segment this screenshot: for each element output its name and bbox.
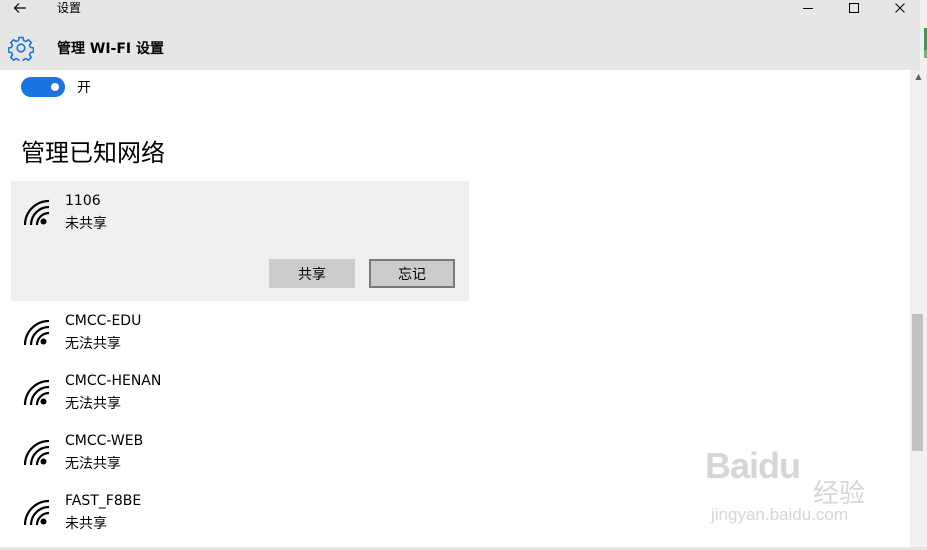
close-icon (895, 3, 905, 13)
gear-icon (8, 36, 34, 61)
maximize-icon (849, 3, 859, 13)
network-status: 无法共享 (65, 396, 121, 412)
section-title: 管理已知网络 (21, 139, 165, 167)
scroll-thumb[interactable] (912, 314, 923, 451)
network-status: 未共享 (65, 516, 107, 532)
scroll-up-icon[interactable]: ▲ (914, 72, 923, 81)
toggle-label: 开 (77, 80, 91, 96)
network-status: 无法共享 (65, 456, 121, 472)
background-window-edge (920, 0, 927, 70)
title-bar: 设置 管理 WI-FI 设置 (0, 0, 920, 70)
wifi-signal-icon (23, 439, 50, 466)
network-item[interactable]: CMCC-HENAN 无法共享 (11, 361, 469, 421)
baidu-watermark: Baidu 经验 jingyan.baidu.com (705, 445, 905, 530)
network-item[interactable]: 1106 未共享 共享 忘记 (11, 181, 469, 301)
share-button[interactable]: 共享 (269, 259, 355, 288)
back-button[interactable] (0, 0, 40, 16)
network-name: CMCC-WEB (65, 433, 144, 449)
maximize-button[interactable] (831, 0, 877, 16)
page-title: 管理 WI-FI 设置 (57, 41, 164, 57)
network-status: 无法共享 (65, 336, 121, 352)
watermark-logo: Baidu (705, 445, 801, 486)
wifi-signal-icon (23, 319, 50, 346)
arrow-left-icon (13, 3, 26, 13)
network-name: CMCC-HENAN (65, 373, 162, 389)
wifi-signal-icon (23, 499, 50, 526)
window-title: 设置 (57, 1, 82, 15)
network-item[interactable]: CMCC-WEB 无法共享 (11, 421, 469, 481)
close-button[interactable] (877, 0, 923, 16)
network-name: FAST_F8BE (65, 493, 142, 509)
network-status: 未共享 (65, 216, 107, 232)
minimize-button[interactable] (785, 0, 831, 16)
toggle-knob (51, 83, 59, 91)
wifi-signal-icon (23, 379, 50, 406)
scrollbar[interactable]: ▲ (910, 70, 927, 548)
watermark-url: jingyan.baidu.com (711, 505, 849, 524)
wifi-signal-icon (23, 199, 50, 226)
forget-button[interactable]: 忘记 (369, 259, 455, 288)
network-name: CMCC-EDU (65, 313, 142, 329)
network-name: 1106 (65, 193, 101, 209)
wifi-toggle[interactable] (21, 77, 65, 97)
minimize-icon (803, 8, 813, 9)
network-item[interactable]: FAST_F8BE 未共享 (11, 481, 469, 541)
network-item[interactable]: CMCC-EDU 无法共享 (11, 301, 469, 361)
